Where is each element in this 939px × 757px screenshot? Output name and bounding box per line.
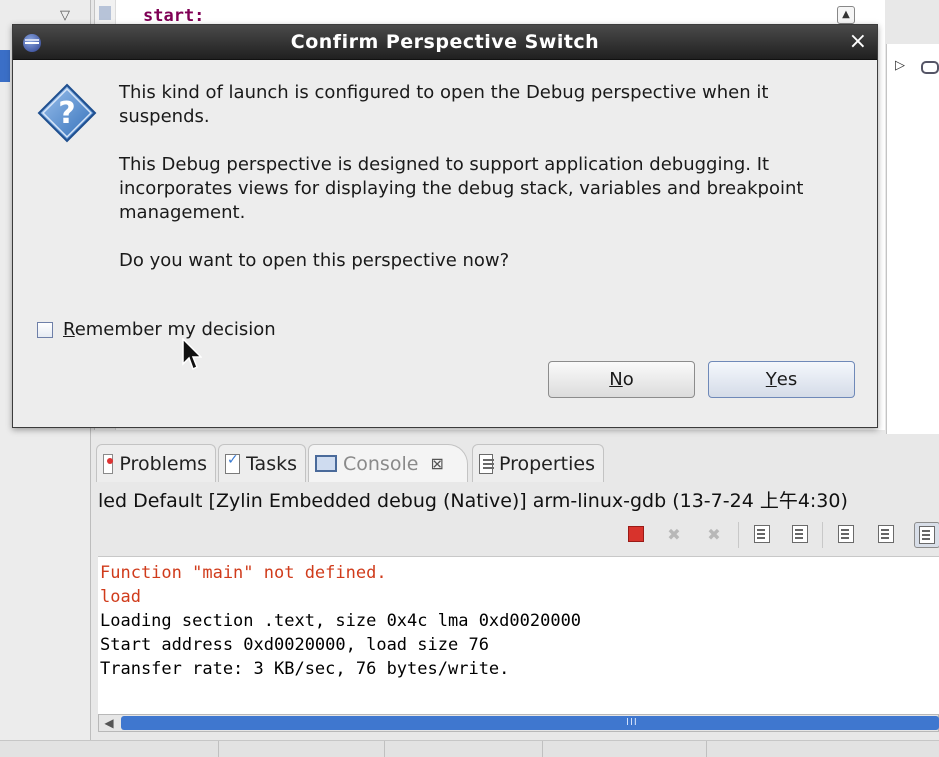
- display-console-button[interactable]: [874, 522, 898, 546]
- tab-label: Tasks: [246, 452, 297, 475]
- dialog-titlebar[interactable]: Confirm Perspective Switch ×: [13, 25, 877, 60]
- remember-decision-checkbox[interactable]: Remember my decision: [37, 319, 276, 340]
- view-tabs: Problems Tasks Console ⊠ Properties: [94, 440, 939, 484]
- console-line: Function "main" not defined.: [100, 563, 387, 583]
- question-icon: ?: [37, 83, 97, 143]
- checkbox-box[interactable]: [37, 321, 53, 338]
- console-line: Loading section .text, size 0x4c lma 0xd…: [100, 611, 582, 631]
- close-icon[interactable]: ×: [849, 25, 867, 59]
- remove-icon: ✖: [667, 524, 681, 544]
- selection-highlight: [0, 50, 10, 82]
- console-view: Problems Tasks Console ⊠ Properties led …: [94, 438, 939, 740]
- open-console-button[interactable]: [914, 522, 939, 548]
- console-line: load: [100, 587, 141, 607]
- gutter-marker-icon: [99, 6, 111, 20]
- button-label-rest: es: [776, 369, 798, 390]
- console-horizontal-scrollbar[interactable]: ◀ III: [98, 714, 939, 732]
- mouse-cursor-icon: [182, 338, 202, 371]
- tab-problems[interactable]: Problems: [96, 444, 216, 482]
- message-question: Do you want to open this perspective now…: [119, 250, 510, 271]
- tab-label: Console: [343, 452, 419, 475]
- clear-console-icon: [754, 525, 770, 543]
- expand-arrow-icon[interactable]: ▷: [895, 58, 905, 73]
- confirm-perspective-switch-dialog: Confirm Perspective Switch × ? This kind…: [12, 24, 878, 428]
- scroll-up-icon[interactable]: ▲: [837, 6, 855, 24]
- tab-properties[interactable]: Properties: [472, 444, 604, 482]
- mnemonic-letter: Y: [765, 369, 777, 390]
- close-tab-icon[interactable]: ⊠: [430, 454, 443, 473]
- console-lines: Function "main" not defined. load Loading …: [98, 561, 581, 681]
- console-process-title: led Default [Zylin Embedded debug (Nativ…: [98, 490, 848, 512]
- status-bar: [0, 740, 939, 757]
- console-toolbar: ✖ ✖: [622, 518, 939, 552]
- remove-all-button[interactable]: ✖: [702, 522, 726, 546]
- no-button[interactable]: No: [548, 361, 695, 398]
- remove-all-icon: ✖: [707, 524, 721, 544]
- editor-code-line: start:: [143, 6, 205, 26]
- scroll-lock-button[interactable]: [788, 522, 812, 546]
- message-paragraph: This kind of launch is configured to ope…: [119, 82, 769, 127]
- message-paragraph: This Debug perspective is designed to su…: [119, 154, 804, 223]
- terminate-button[interactable]: [624, 522, 648, 546]
- view-menu-icon[interactable]: ▽: [60, 8, 70, 23]
- scrollbar-thumb[interactable]: III: [121, 716, 939, 730]
- mnemonic-letter: R: [63, 319, 75, 340]
- status-divider: [384, 741, 385, 757]
- pin-console-icon: [838, 525, 854, 543]
- open-console-icon: [919, 526, 935, 544]
- scroll-left-icon[interactable]: ◀: [101, 715, 117, 731]
- remove-launch-button[interactable]: ✖: [662, 522, 686, 546]
- clear-console-button[interactable]: [750, 522, 774, 546]
- console-icon: [315, 455, 337, 472]
- stop-icon: [628, 526, 644, 542]
- tasks-icon: [225, 452, 241, 474]
- tab-tasks[interactable]: Tasks: [218, 444, 306, 482]
- tab-console[interactable]: Console ⊠: [308, 444, 468, 482]
- properties-icon: [479, 453, 494, 474]
- dialog-title: Confirm Perspective Switch: [290, 31, 600, 53]
- console-output[interactable]: Function "main" not defined. load Loading …: [98, 556, 939, 715]
- button-label-rest: o: [622, 369, 634, 390]
- problems-icon: [103, 453, 114, 474]
- svg-text:?: ?: [58, 96, 75, 131]
- yes-button[interactable]: Yes: [708, 361, 855, 398]
- dialog-message: This kind of launch is configured to ope…: [119, 81, 839, 297]
- console-line: Transfer rate: 3 KB/sec, 76 bytes/write.: [100, 659, 510, 679]
- status-divider: [218, 741, 219, 757]
- console-line: Start address 0xd0020000, load size 76: [100, 635, 489, 655]
- display-console-icon: [878, 525, 894, 543]
- toolbar-separator: [822, 522, 823, 548]
- status-divider: [542, 741, 543, 757]
- status-divider: [706, 741, 707, 757]
- mnemonic-letter: N: [609, 369, 623, 390]
- remember-label: Remember my decision: [63, 319, 276, 340]
- pin-console-button[interactable]: [834, 522, 858, 546]
- tab-label: Properties: [498, 452, 595, 475]
- tab-label: Problems: [119, 452, 207, 475]
- outline-item-icon: [921, 61, 939, 74]
- toolbar-separator: [738, 522, 739, 548]
- scroll-lock-icon: [792, 525, 808, 543]
- scrollbar-grip: III: [626, 717, 638, 728]
- label-rest: emember my decision: [74, 319, 276, 340]
- outline-panel: ▷: [886, 44, 939, 434]
